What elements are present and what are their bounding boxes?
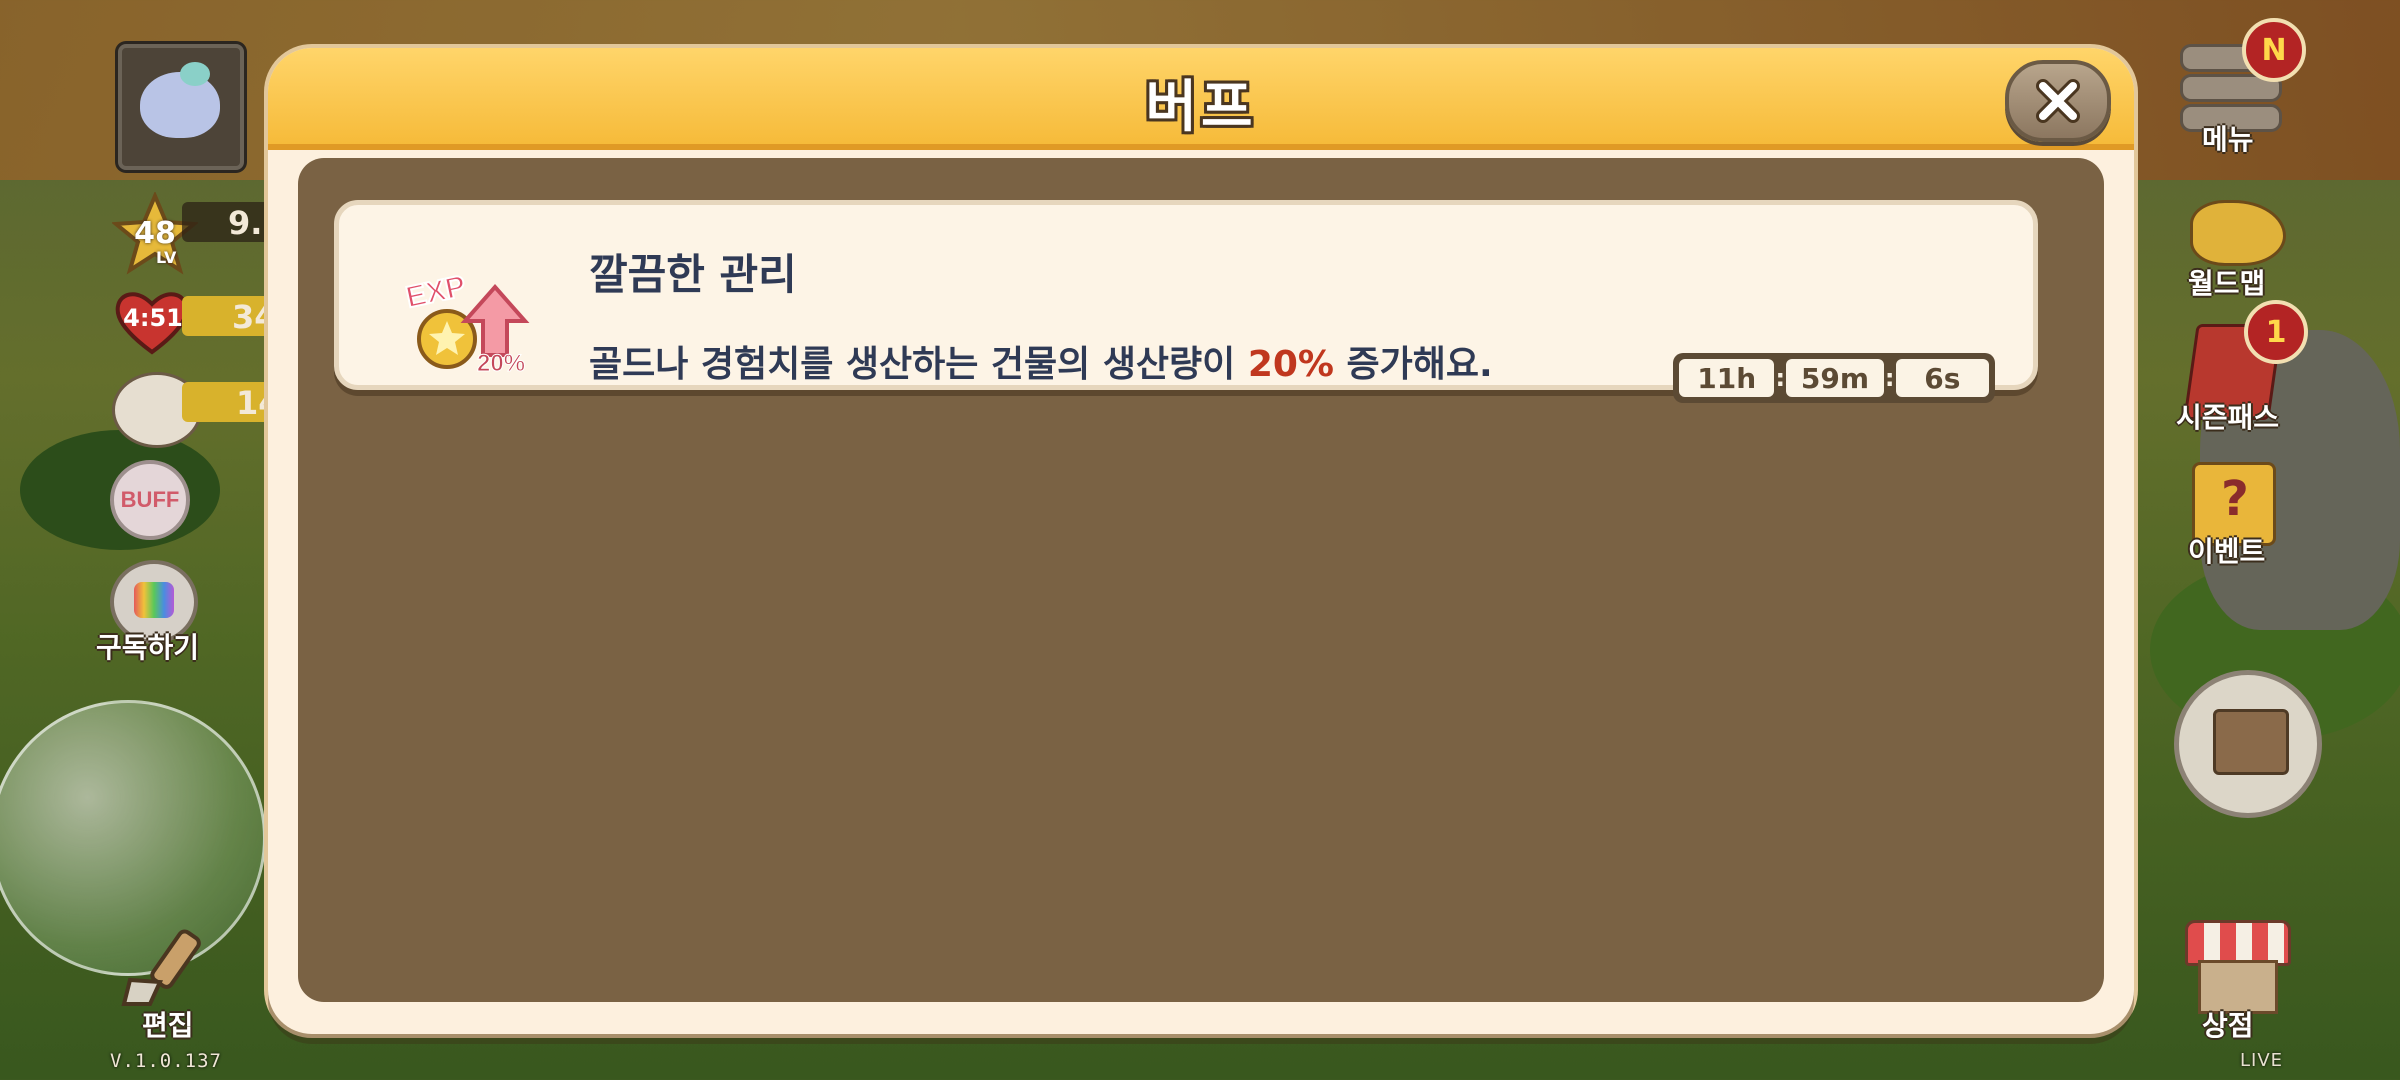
event-button[interactable]	[2180, 452, 2280, 546]
close-icon	[2036, 79, 2080, 123]
buff-description: 골드나 경험치를 생산하는 건물의 생산량이 20% 증가해요.	[589, 335, 1493, 387]
buff-timer: 11h : 59m : 6s	[1673, 353, 1995, 403]
tv-icon	[134, 582, 174, 618]
exp-icon-percent: 20%	[477, 350, 525, 377]
timer-hours: 11h	[1679, 359, 1775, 397]
worldmap-label: 월드맵	[2188, 267, 2266, 300]
buff-button[interactable]: BUFF	[110, 460, 190, 540]
level-number: 48	[134, 216, 176, 251]
event-label: 이벤트	[2188, 535, 2266, 568]
exp-boost-icon: EXP 20%	[402, 269, 530, 377]
timer-minutes: 59m	[1786, 359, 1884, 397]
buff-description-highlight: 20%	[1247, 344, 1334, 385]
buff-description-suffix: 증가해요.	[1334, 344, 1493, 385]
level-tag: LV	[156, 248, 177, 267]
chat-icon	[2213, 709, 2289, 775]
heart-timer: 4:51	[123, 304, 183, 332]
brush-icon[interactable]	[110, 920, 220, 1010]
buff-button-label: BUFF	[120, 487, 180, 512]
timer-separator: :	[1884, 364, 1895, 392]
timer-separator: :	[1775, 364, 1786, 392]
exp-icon-text: EXP	[403, 270, 469, 315]
buff-name: 깔끔한 관리	[589, 250, 797, 299]
subscribe-label: 구독하기	[96, 631, 200, 664]
shop-button[interactable]	[2180, 920, 2291, 1014]
modal-title: 버프	[1145, 75, 1257, 140]
buff-modal: 버프 EXP 20% 깔끔한 관리 골드나 경험치를 생산하는 건물의 생산량이…	[268, 48, 2134, 1034]
live-label: LIVE	[2240, 1050, 2284, 1071]
menu-label: 메뉴	[2202, 123, 2254, 156]
shop-label: 상점	[2202, 1009, 2254, 1042]
avatar-critter-image	[140, 62, 220, 138]
buff-list: EXP 20% 깔끔한 관리 골드나 경험치를 생산하는 건물의 생산량이 20…	[298, 158, 2104, 1002]
modal-header: 버프	[268, 48, 2134, 150]
seasonpass-badge: 1	[2244, 300, 2308, 364]
profile-avatar[interactable]	[118, 44, 244, 170]
timer-seconds: 6s	[1895, 359, 1989, 397]
version-text: V.1.0.137	[110, 1050, 222, 1072]
close-button[interactable]	[2005, 60, 2111, 142]
airplane-icon	[2190, 200, 2286, 266]
chat-button[interactable]	[2174, 670, 2322, 818]
seasonpass-label: 시즌패스	[2176, 401, 2280, 434]
buff-card: EXP 20% 깔끔한 관리 골드나 경험치를 생산하는 건물의 생산량이 20…	[334, 200, 2038, 403]
menu-new-badge: N	[2242, 18, 2306, 82]
buff-description-prefix: 골드나 경험치를 생산하는 건물의 생산량이	[589, 344, 1248, 385]
edit-label: 편집	[142, 1009, 194, 1042]
